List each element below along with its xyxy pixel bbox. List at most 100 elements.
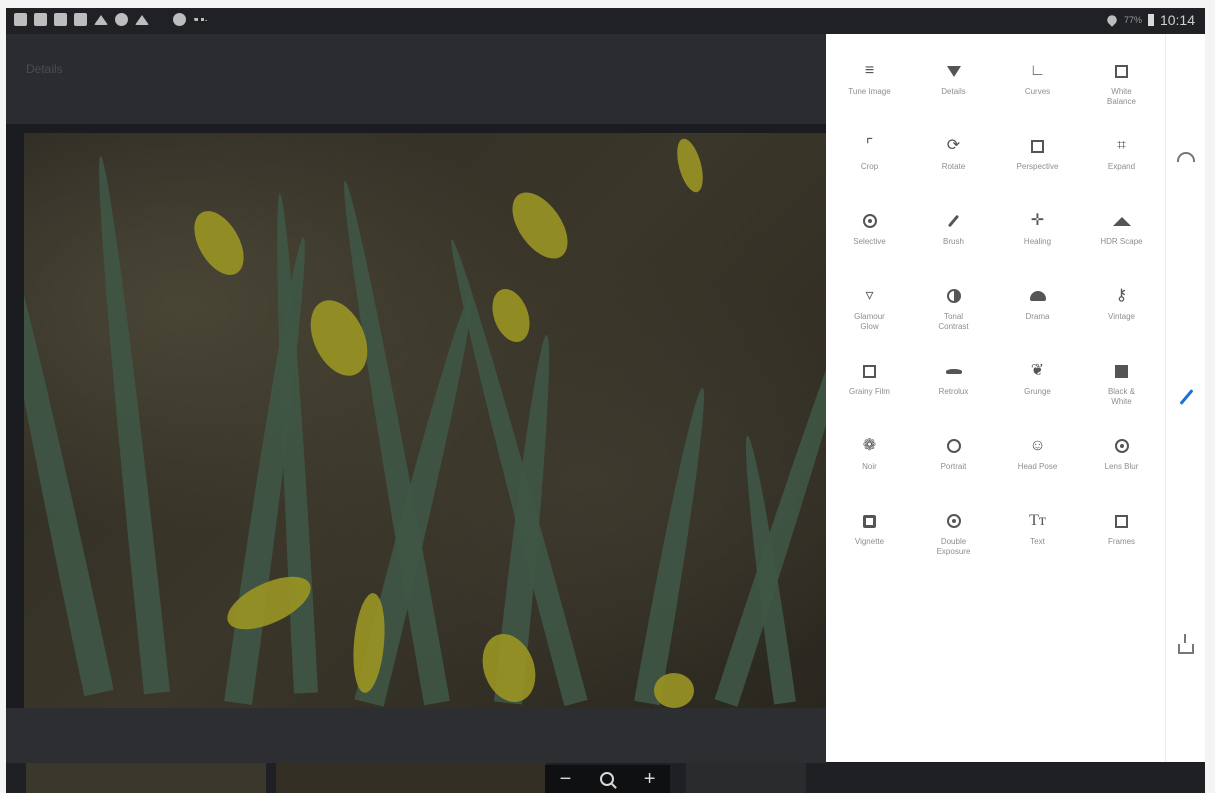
tool-lens-blur[interactable]: Lens Blur bbox=[1080, 435, 1163, 510]
tool-text[interactable]: Tт Text bbox=[996, 510, 1079, 585]
expand-icon: ⌗ bbox=[1116, 137, 1126, 154]
tool-label: Portrait bbox=[940, 462, 967, 471]
tool-noir[interactable]: ❁ Noir bbox=[828, 435, 911, 510]
tool-label: Grainy Film bbox=[849, 387, 890, 396]
tool-tune-image[interactable]: ≡ Tune Image bbox=[828, 60, 911, 135]
glamour-glow-icon: ▿ bbox=[865, 287, 874, 304]
android-icon bbox=[173, 13, 186, 26]
face-icon bbox=[943, 435, 965, 457]
text-icon: Tт bbox=[1029, 512, 1046, 529]
tool-grunge[interactable]: ❦ Grunge bbox=[996, 360, 1079, 435]
tool-expand[interactable]: ⌗ Expand bbox=[1080, 135, 1163, 210]
battery-icon bbox=[1147, 14, 1154, 26]
tools-panel: ≡ Tune Image Details ∟ Curves White Bala… bbox=[826, 34, 1165, 762]
tool-grainy-film[interactable]: Grainy Film bbox=[828, 360, 911, 435]
app-title: Details bbox=[26, 62, 63, 76]
sliders-icon: ≡ bbox=[864, 62, 875, 79]
pencil-icon bbox=[1179, 389, 1193, 405]
tool-label: Expand bbox=[1107, 162, 1136, 171]
flower-bud bbox=[654, 673, 694, 708]
rotate-icon: ⟳ bbox=[946, 137, 961, 154]
lens-blur-icon bbox=[1111, 435, 1133, 457]
tools-button[interactable] bbox=[1175, 386, 1197, 408]
triangle-down-icon bbox=[943, 60, 965, 82]
download-icon bbox=[135, 14, 149, 25]
filmstrip-thumbnail[interactable] bbox=[686, 763, 806, 793]
tool-drama[interactable]: Drama bbox=[996, 285, 1079, 360]
zoom-out-button[interactable]: − bbox=[560, 768, 572, 791]
film-reel-icon: ❁ bbox=[862, 437, 877, 454]
tool-double-exposure[interactable]: Double Exposure bbox=[912, 510, 995, 585]
flower-bud bbox=[672, 136, 708, 195]
more-icon bbox=[193, 18, 207, 25]
export-button[interactable] bbox=[1175, 634, 1197, 656]
vignette-icon bbox=[859, 510, 881, 532]
side-rail bbox=[1165, 34, 1205, 762]
clock: 10:14 bbox=[1159, 12, 1195, 28]
tool-details[interactable]: Details bbox=[912, 60, 995, 135]
tool-portrait[interactable]: Portrait bbox=[912, 435, 995, 510]
zoom-icon[interactable] bbox=[600, 772, 615, 786]
app-header: Details bbox=[6, 34, 826, 124]
notification-icons bbox=[14, 13, 207, 26]
flower-bud bbox=[473, 626, 545, 708]
curves-icon: ∟ bbox=[1029, 62, 1046, 79]
tool-perspective[interactable]: Perspective bbox=[996, 135, 1079, 210]
tool-label: Head Pose bbox=[1017, 462, 1058, 471]
filmstrip-thumbnail[interactable] bbox=[26, 763, 266, 793]
tool-healing[interactable]: ✛ Healing bbox=[996, 210, 1079, 285]
mustache-icon bbox=[943, 360, 965, 382]
tool-label: Lens Blur bbox=[1104, 462, 1139, 471]
tool-label: Rotate bbox=[941, 162, 966, 171]
tool-label: Drama bbox=[1025, 312, 1050, 321]
tool-label: Grunge bbox=[1024, 387, 1051, 396]
tool-tonal-contrast[interactable]: Tonal Contrast bbox=[912, 285, 995, 360]
tool-retrolux[interactable]: Retrolux bbox=[912, 360, 995, 435]
tool-frames[interactable]: Frames bbox=[1080, 510, 1163, 585]
grainy-film-icon bbox=[859, 360, 881, 382]
brush-icon bbox=[943, 210, 965, 232]
tool-rotate[interactable]: ⟳ Rotate bbox=[912, 135, 995, 210]
filmstrip-thumbnail[interactable] bbox=[276, 763, 546, 793]
tool-label: Black & White bbox=[1107, 387, 1136, 406]
window-frame-top bbox=[0, 0, 1215, 8]
grunge-icon: ❦ bbox=[1030, 362, 1045, 379]
flower-bud bbox=[501, 182, 579, 269]
zoom-in-button[interactable]: + bbox=[644, 768, 656, 791]
mountain-icon bbox=[1111, 210, 1133, 232]
tool-label: Selective bbox=[853, 237, 886, 246]
tool-vintage[interactable]: ⚷ Vintage bbox=[1080, 285, 1163, 360]
tool-brush[interactable]: Brush bbox=[912, 210, 995, 285]
tool-label: Double Exposure bbox=[936, 537, 971, 556]
looks-button[interactable] bbox=[1175, 146, 1197, 168]
tool-label: Tune Image bbox=[848, 87, 891, 96]
tool-black-white[interactable]: Black & White bbox=[1080, 360, 1163, 435]
tool-vignette[interactable]: Vignette bbox=[828, 510, 911, 585]
tool-label: Retrolux bbox=[938, 387, 969, 396]
double-exposure-icon bbox=[943, 510, 965, 532]
tool-label: HDR Scape bbox=[1100, 237, 1143, 246]
head-pose-icon: ☺ bbox=[1029, 437, 1046, 454]
selective-icon bbox=[859, 210, 881, 232]
tool-white-balance[interactable]: White Balance bbox=[1080, 60, 1163, 135]
tool-label: Brush bbox=[943, 237, 964, 246]
flower-bud bbox=[485, 283, 537, 348]
tool-label: White Balance bbox=[1107, 87, 1136, 106]
tool-curves[interactable]: ∟ Curves bbox=[996, 60, 1079, 135]
tool-glamour-glow[interactable]: ▿ Glamour Glow bbox=[828, 285, 911, 360]
tool-crop[interactable]: ⌜ Crop bbox=[828, 135, 911, 210]
tool-label: Noir bbox=[862, 462, 877, 471]
tool-label: Text bbox=[1030, 537, 1045, 546]
flower-bud bbox=[184, 202, 254, 284]
zoom-control: − + bbox=[545, 765, 670, 793]
cloud-icon bbox=[1027, 285, 1049, 307]
tool-hdr-scape[interactable]: HDR Scape bbox=[1080, 210, 1163, 285]
tool-selective[interactable]: Selective bbox=[828, 210, 911, 285]
tool-head-pose[interactable]: ☺ Head Pose bbox=[996, 435, 1079, 510]
photo-canvas[interactable] bbox=[24, 133, 826, 708]
lamp-icon: ⚷ bbox=[1115, 287, 1128, 304]
leaf-shape bbox=[87, 154, 170, 695]
flipboard-icon bbox=[14, 13, 27, 26]
tool-label: Details bbox=[941, 87, 966, 96]
tool-label: Vintage bbox=[1108, 312, 1135, 321]
